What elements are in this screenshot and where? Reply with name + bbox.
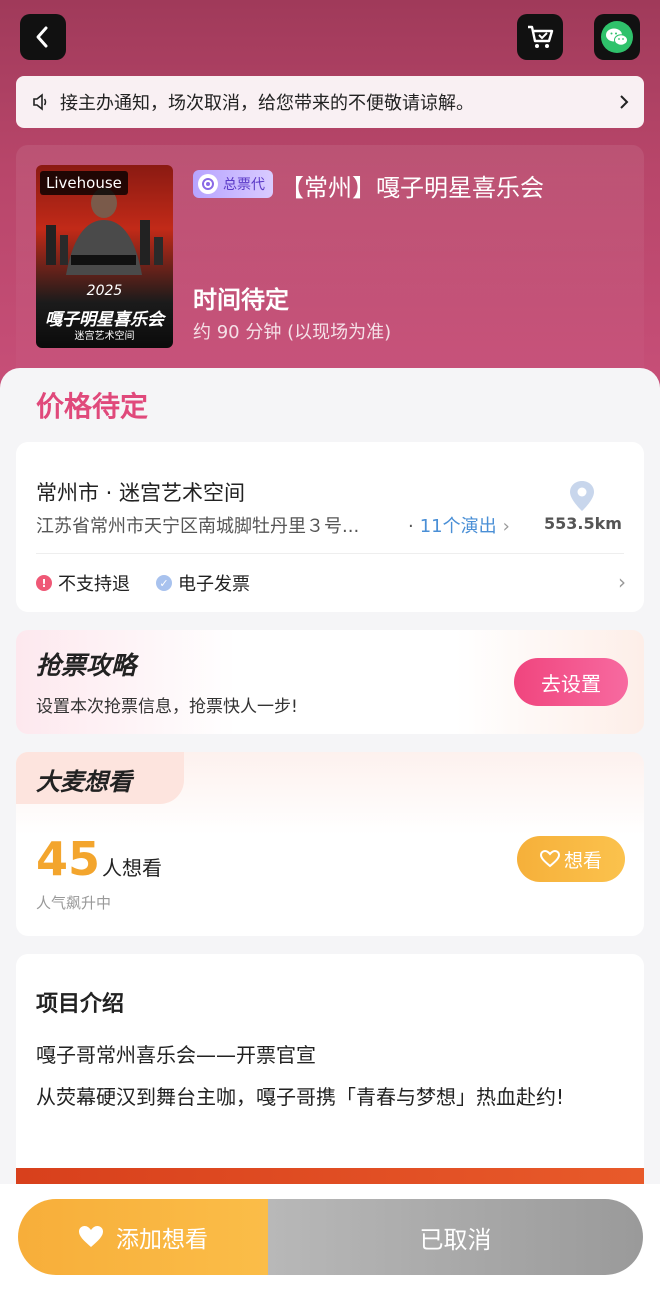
want-button[interactable]: 想看 bbox=[517, 836, 625, 882]
add-want-label: 添加想看 bbox=[116, 1227, 208, 1253]
speaker-icon bbox=[33, 93, 47, 111]
event-poster[interactable]: Livehouse 2025 嘎子明星喜乐会 迷宫艺术空间 bbox=[36, 165, 173, 348]
venue-shows-label: 11个演出 bbox=[419, 516, 497, 537]
heart-icon bbox=[79, 1226, 103, 1247]
venue-name: 常州市 · 迷宫艺术空间 bbox=[36, 481, 246, 505]
chevron-right-icon bbox=[620, 95, 629, 109]
warning-icon: ! bbox=[36, 575, 52, 591]
invoice-tag: ✓ 电子发票 bbox=[156, 570, 250, 596]
refund-policy-label: 不支持退 bbox=[58, 574, 130, 595]
check-icon: ✓ bbox=[156, 575, 172, 591]
poster-subtitle: 迷宫艺术空间 bbox=[74, 331, 135, 342]
setup-button[interactable]: 去设置 bbox=[514, 658, 628, 706]
venue-shows-link[interactable]: · 11个演出 › bbox=[408, 512, 510, 538]
divider bbox=[36, 553, 624, 554]
wechat-icon bbox=[601, 21, 633, 53]
action-group: 添加想看 已取消 bbox=[18, 1199, 643, 1275]
strategy-title: 抢票攻略 bbox=[36, 651, 137, 680]
event-time: 时间待定 bbox=[193, 286, 289, 314]
want-button-label: 想看 bbox=[563, 849, 602, 872]
cancellation-notice[interactable]: 接主办通知，场次取消，给您带来的不便敬请谅解。 bbox=[16, 76, 644, 128]
heart-plus-icon bbox=[539, 850, 560, 868]
intro-body: 嘎子哥常州喜乐会——开票官宣 从荧幕硬汉到舞台主咖，嘎子哥携「青春与梦想」热血赴… bbox=[36, 1034, 626, 1118]
wish-unit: 人想看 bbox=[102, 856, 162, 880]
event-duration: 约 90 分钟 (以现场为准) bbox=[193, 322, 392, 343]
wish-count: 45 bbox=[36, 832, 101, 886]
refund-policy-tag: ! 不支持退 bbox=[36, 570, 130, 596]
chevron-right-icon: › bbox=[502, 516, 510, 537]
intro-line-1: 嘎子哥常州喜乐会——开票官宣 bbox=[36, 1043, 316, 1067]
ticket-strategy-card: 抢票攻略 设置本次抢票信息，抢票快人一步! 去设置 bbox=[16, 630, 644, 734]
poster-year: 2025 bbox=[86, 283, 123, 299]
wish-title: 大麦想看 bbox=[36, 768, 132, 796]
cart-button[interactable] bbox=[517, 14, 563, 60]
chevron-left-icon bbox=[36, 26, 48, 48]
location-pin-icon[interactable] bbox=[569, 480, 595, 512]
cart-icon bbox=[528, 25, 554, 48]
invoice-label: 电子发票 bbox=[178, 574, 250, 595]
venue-address: 江苏省常州市天宁区南城脚牡丹里３号... bbox=[36, 516, 360, 537]
wish-trend: 人气飙升中 bbox=[36, 894, 112, 912]
venue-card[interactable]: 常州市 · 迷宫艺术空间 江苏省常州市天宁区南城脚牡丹里３号... · 11个演出… bbox=[16, 442, 644, 612]
add-want-button[interactable]: 添加想看 bbox=[18, 1199, 268, 1275]
strategy-description: 设置本次抢票信息，抢票快人一步! bbox=[36, 697, 298, 717]
back-button[interactable] bbox=[20, 14, 66, 60]
cancelled-status-button: 已取消 bbox=[268, 1199, 643, 1275]
agent-badge-label: 总票代 bbox=[223, 177, 265, 193]
notice-text: 接主办通知，场次取消，给您带来的不便敬请谅解。 bbox=[60, 93, 474, 114]
intro-title: 项目介绍 bbox=[36, 992, 125, 1017]
agent-logo-icon bbox=[198, 174, 218, 194]
event-title: 【常州】嘎子明星喜乐会 bbox=[280, 174, 544, 202]
chevron-right-icon[interactable]: › bbox=[618, 570, 626, 594]
wechat-share-button[interactable] bbox=[594, 14, 640, 60]
wish-card: 大麦想看 45 人想看 人气飙升中 想看 bbox=[16, 752, 644, 936]
agent-badge: 总票代 bbox=[193, 170, 273, 198]
venue-shows-separator: · bbox=[408, 516, 414, 537]
price-label: 价格待定 bbox=[36, 390, 149, 423]
venue-distance: 553.5km bbox=[544, 514, 622, 533]
intro-line-2: 从荧幕硬汉到舞台主咖，嘎子哥携「青春与梦想」热血赴约! bbox=[36, 1085, 565, 1109]
intro-card: 项目介绍 嘎子哥常州喜乐会——开票官宣 从荧幕硬汉到舞台主咖，嘎子哥携「青春与梦… bbox=[16, 954, 644, 1204]
poster-badge: Livehouse bbox=[40, 171, 128, 195]
